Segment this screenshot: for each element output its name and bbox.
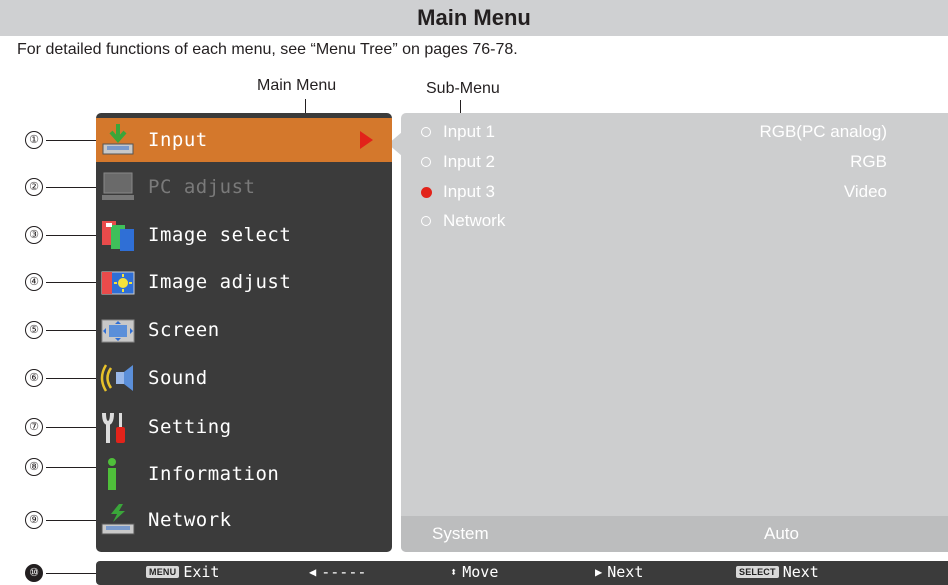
- input-icon: [102, 124, 134, 155]
- menu-item-screen[interactable]: Screen: [96, 308, 392, 352]
- menu-item-setting[interactable]: Setting: [96, 405, 392, 449]
- pc-adjust-icon: [102, 172, 134, 200]
- menu-item-label: Information: [148, 463, 280, 485]
- menu-item-image-adjust[interactable]: Image adjust: [96, 260, 392, 304]
- callout-number: ⑩: [25, 564, 43, 582]
- system-value[interactable]: Auto: [764, 524, 799, 544]
- menu-item-label: Image adjust: [148, 271, 292, 293]
- callout-line: [46, 282, 96, 283]
- radio-on-icon: [421, 187, 432, 198]
- menu-item-information[interactable]: Information: [96, 452, 392, 496]
- submenu-row-value: RGB(PC analog): [759, 122, 887, 141]
- menu-item-input[interactable]: Input: [96, 118, 392, 162]
- image-adjust-icon: [101, 271, 135, 295]
- callout-line: [46, 520, 96, 521]
- menu-item-image-select[interactable]: Image select: [96, 213, 392, 257]
- arrow-left-icon: ◀: [309, 565, 317, 579]
- callout-line: [46, 187, 96, 188]
- arrow-right-icon: [360, 131, 373, 149]
- callout-line: [46, 378, 96, 379]
- sub-menu-panel: [401, 113, 948, 552]
- submenu-row-input-2[interactable]: Input 2 RGB: [401, 150, 948, 176]
- submenu-row-value: RGB: [850, 152, 887, 171]
- menu-item-label: Setting: [148, 416, 232, 438]
- page-title: Main Menu: [417, 5, 531, 30]
- callout-number: ③: [25, 226, 43, 244]
- exit-label: Exit: [183, 563, 220, 581]
- callout-number: ⑥: [25, 369, 43, 387]
- sub-menu-callout: Sub-Menu: [426, 80, 500, 97]
- callout-line: [46, 235, 96, 236]
- screen-icon: [101, 319, 135, 343]
- menu-item-sound[interactable]: Sound: [96, 356, 392, 400]
- menu-item-label: Sound: [148, 367, 208, 389]
- intro-text: For detailed functions of each menu, see…: [17, 41, 518, 58]
- callout-line: [46, 573, 96, 574]
- callout-line: [46, 330, 96, 331]
- callout-number: ⑦: [25, 418, 43, 436]
- up-down-arrow-icon: ⬍: [450, 565, 458, 579]
- menu-item-pc-adjust[interactable]: PC adjust: [96, 165, 392, 209]
- menu-item-label: Input: [148, 129, 208, 151]
- system-label: System: [432, 524, 489, 543]
- arrow-right-icon: ▶: [595, 565, 603, 579]
- menu-item-network[interactable]: Network: [96, 498, 392, 542]
- submenu-row-name: Network: [443, 211, 506, 230]
- callout-line: [46, 427, 96, 428]
- radio-off-icon: [421, 127, 431, 137]
- radio-off-icon: [421, 157, 431, 167]
- callout-number: ②: [25, 178, 43, 196]
- submenu-row-name: Input 2: [443, 152, 495, 171]
- menu-key-badge: MENU: [146, 566, 180, 578]
- back-hint: ◀ -----: [309, 563, 366, 581]
- next-hint: ▶ Next: [595, 563, 643, 581]
- radio-off-icon: [421, 216, 431, 226]
- submenu-row-input-3[interactable]: Input 3 Video: [401, 180, 948, 206]
- menu-item-label: PC adjust: [148, 176, 256, 198]
- callout-number: ④: [25, 273, 43, 291]
- select-hint: SELECT Next: [736, 563, 819, 581]
- information-icon: [108, 458, 116, 490]
- menu-item-label: Network: [148, 509, 232, 531]
- sound-icon: [100, 364, 133, 392]
- menu-item-label: Screen: [148, 319, 220, 341]
- callout-line: [46, 467, 96, 468]
- select-label: Next: [782, 563, 819, 581]
- guide-bar: MENU Exit ◀ ----- ⬍ Move ▶ Next SELECT N…: [96, 561, 948, 585]
- move-hint: ⬍ Move: [450, 563, 498, 581]
- network-icon: [101, 504, 135, 535]
- callout-line: [46, 140, 96, 141]
- callout-number: ⑨: [25, 511, 43, 529]
- setting-icon: [102, 412, 125, 443]
- submenu-row-value: Video: [843, 182, 887, 201]
- callout-number: ⑧: [25, 458, 43, 476]
- submenu-row-name: Input 3: [443, 182, 495, 201]
- title-bar: Main Menu: [0, 0, 948, 36]
- submenu-row-network[interactable]: Network: [401, 209, 948, 235]
- callout-number: ⑤: [25, 321, 43, 339]
- submenu-row-input-1[interactable]: Input 1 RGB(PC analog): [401, 120, 948, 146]
- next-label: Next: [607, 563, 644, 581]
- callout-number: ①: [25, 131, 43, 149]
- exit-hint[interactable]: MENU Exit: [146, 563, 219, 581]
- submenu-row-name: Input 1: [443, 122, 495, 141]
- select-key-badge: SELECT: [736, 566, 779, 578]
- back-label: -----: [321, 563, 367, 581]
- move-label: Move: [462, 563, 499, 581]
- menu-item-label: Image select: [148, 224, 292, 246]
- image-select-icon: [102, 221, 134, 251]
- main-menu-callout: Main Menu: [257, 77, 337, 94]
